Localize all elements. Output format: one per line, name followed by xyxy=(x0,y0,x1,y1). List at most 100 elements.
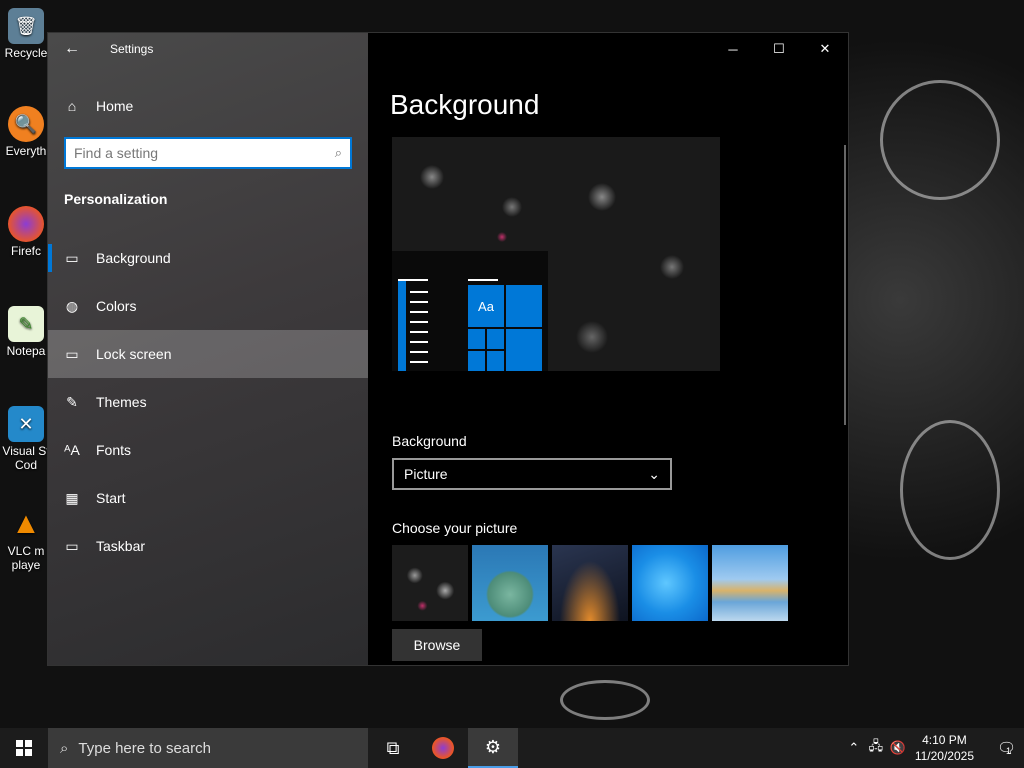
chevron-up-icon[interactable]: ⌃ xyxy=(843,740,865,756)
taskbar-settings[interactable]: ⚙ xyxy=(468,728,518,768)
taskbar-search[interactable]: ⌕ Type here to search xyxy=(48,728,368,768)
back-button[interactable]: ← xyxy=(48,33,96,65)
picture-thumbnail-windows[interactable] xyxy=(632,545,708,621)
network-icon[interactable]: 🖧 xyxy=(865,737,887,759)
system-tray: ⌃ 🖧 🔇 4:10 PM 11/20/2025 🗨 1 xyxy=(843,728,1024,768)
settings-window: ← Settings ⌂ Home ⌕ Personalization ▭ Ba… xyxy=(48,33,848,665)
home-link[interactable]: ⌂ Home xyxy=(48,89,368,123)
preview-tile xyxy=(506,329,542,371)
taskbar-icon: ▭ xyxy=(65,537,79,554)
sidebar-item-label: Background xyxy=(96,250,171,266)
everything-search-icon: 🔍 xyxy=(8,106,44,142)
preview-line xyxy=(410,301,428,303)
desktop-icon-label: Visual St Cod xyxy=(2,444,50,472)
picture-thumbnail-night-sky[interactable] xyxy=(552,545,628,621)
desktop-icon-recycle-bin[interactable]: 🗑 Recycle xyxy=(2,8,50,60)
preview-tile xyxy=(487,329,504,349)
taskbar-firefox[interactable] xyxy=(418,728,468,768)
sidebar-item-themes[interactable]: ✎ Themes xyxy=(48,378,368,426)
back-arrow-icon: ← xyxy=(64,40,80,57)
sidebar-item-label: Themes xyxy=(96,394,147,410)
picture-icon: ▭ xyxy=(65,249,79,266)
sidebar-item-label: Lock screen xyxy=(96,346,172,362)
notification-center-button[interactable]: 🗨 1 xyxy=(984,728,1024,768)
fonts-icon: ᴬA xyxy=(64,442,80,458)
desktop-icon-label: VLC m playe xyxy=(7,544,45,572)
maximize-button[interactable]: ☐ xyxy=(756,33,802,65)
desktop-icon-vlc[interactable]: ▲ VLC m playe xyxy=(2,506,50,572)
vlc-icon: ▲ xyxy=(11,507,41,540)
search-icon[interactable]: ⌕ xyxy=(335,145,342,161)
preview-line xyxy=(410,311,428,313)
desktop-icon-vscode[interactable]: ✕ Visual St Cod xyxy=(2,406,50,472)
picture-thumbnail-beach[interactable] xyxy=(712,545,788,621)
desktop-icon-notepad-plus[interactable]: ✎ Notepa xyxy=(2,306,50,358)
themes-icon: ✎ xyxy=(66,393,78,410)
sidebar-item-label: Taskbar xyxy=(96,538,146,554)
preview-tiles: Aa xyxy=(468,285,542,371)
preview-tile xyxy=(468,351,485,371)
clock-date: 11/20/2025 xyxy=(914,749,974,763)
desktop-icon-everything[interactable]: 🔍 Everyth xyxy=(2,106,50,158)
content-scrollbar[interactable] xyxy=(844,145,846,425)
task-view-icon: ⧉ xyxy=(386,737,400,758)
preview-line xyxy=(410,361,428,363)
volume-muted-icon[interactable]: 🔇 xyxy=(887,740,909,756)
personalization-nav: ▭ Background ◍ Colors ▭ Lock screen ✎ Th… xyxy=(48,234,368,570)
preview-tile xyxy=(506,285,542,327)
taskbar: ⌕ Type here to search ⧉ ⚙ ⌃ 🖧 🔇 4:10 PM … xyxy=(0,728,1024,768)
preview-line xyxy=(398,279,428,281)
titlebar-left: ← Settings xyxy=(48,33,368,65)
notepad-plus-icon: ✎ xyxy=(8,306,44,342)
preview-tile xyxy=(468,329,485,349)
lock-screen-icon: ▭ xyxy=(65,345,79,362)
preview-line xyxy=(410,351,428,353)
start-tiles-icon: ▦ xyxy=(65,489,79,506)
gear-icon: ⚙ xyxy=(484,736,502,757)
clock[interactable]: 4:10 PM 11/20/2025 xyxy=(915,732,974,764)
background-type-dropdown[interactable]: Picture ⌄ xyxy=(392,458,672,490)
sidebar-item-background[interactable]: ▭ Background xyxy=(48,234,368,282)
palette-icon: ◍ xyxy=(65,297,79,314)
search-input[interactable] xyxy=(74,145,335,161)
page-title: Background xyxy=(390,89,540,120)
desktop-icon-label: Everyth xyxy=(5,144,47,158)
background-preview: Aa xyxy=(392,137,720,371)
desktop-icon-label: Recycle xyxy=(4,46,48,60)
firefox-icon xyxy=(432,737,454,759)
home-icon: ⌂ xyxy=(67,98,77,114)
picture-thumbnail-doodle[interactable] xyxy=(392,545,468,621)
windows-logo-icon xyxy=(16,740,32,756)
sidebar-item-taskbar[interactable]: ▭ Taskbar xyxy=(48,522,368,570)
sidebar-item-start[interactable]: ▦ Start xyxy=(48,474,368,522)
task-view-button[interactable]: ⧉ xyxy=(368,728,418,768)
firefox-icon xyxy=(8,206,44,242)
window-controls: ─ ☐ ✕ xyxy=(710,33,848,65)
sidebar-item-label: Colors xyxy=(96,298,137,314)
sidebar-item-colors[interactable]: ◍ Colors xyxy=(48,282,368,330)
search-icon: ⌕ xyxy=(60,739,69,757)
wallpaper-doodle xyxy=(880,80,1000,200)
preview-line xyxy=(410,291,428,293)
section-title: Personalization xyxy=(64,191,168,207)
wallpaper-doodle xyxy=(560,680,650,720)
minimize-button[interactable]: ─ xyxy=(710,33,756,65)
preview-sample-tile: Aa xyxy=(468,285,504,327)
browse-button[interactable]: Browse xyxy=(392,629,482,661)
notification-count: 1 xyxy=(1006,746,1012,756)
sidebar: ← Settings ⌂ Home ⌕ Personalization ▭ Ba… xyxy=(48,33,368,665)
close-button[interactable]: ✕ xyxy=(802,33,848,65)
sidebar-item-fonts[interactable]: ᴬA Fonts xyxy=(48,426,368,474)
sidebar-item-lock-screen[interactable]: ▭ Lock screen xyxy=(48,330,368,378)
preview-app-list xyxy=(398,281,406,371)
main-content: ─ ☐ ✕ Background Aa Background Picture ⌄… xyxy=(368,33,848,665)
preview-line xyxy=(410,341,428,343)
background-type-label: Background xyxy=(392,433,467,449)
sidebar-item-label: Start xyxy=(96,490,126,506)
desktop-icon-firefox[interactable]: Firefc xyxy=(2,206,50,258)
picture-thumbnail-cartoon[interactable] xyxy=(472,545,548,621)
preview-line xyxy=(410,331,428,333)
taskbar-search-placeholder: Type here to search xyxy=(78,739,211,757)
start-button[interactable] xyxy=(0,728,48,768)
choose-picture-label: Choose your picture xyxy=(392,520,518,536)
